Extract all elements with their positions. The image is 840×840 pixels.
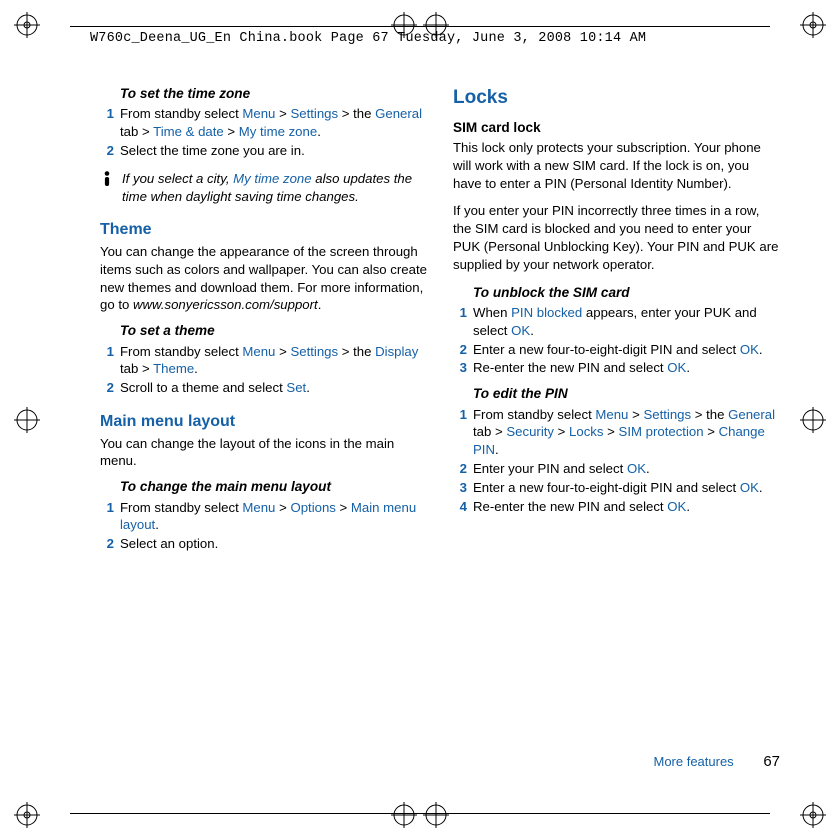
step-text: Select the time zone you are in. [120,142,427,160]
heading-unblock-sim: To unblock the SIM card [473,284,780,302]
step-text: From standby select Menu > Settings > th… [120,343,427,379]
list-item: 2 Enter your PIN and select OK. [453,460,780,478]
info-icon [100,171,114,187]
list-item: 2 Scroll to a theme and select Set. [100,379,427,397]
register-mark-mr [800,407,826,433]
step-text: Select an option. [120,535,427,553]
register-mark-br [800,802,826,828]
heading-edit-pin: To edit the PIN [473,385,780,403]
footer: More features 67 [653,752,780,772]
steps-set-time-zone: 1 From standby select Menu > Settings > … [100,105,427,159]
locks-p1: This lock only protects your subscriptio… [453,139,780,192]
list-item: 1 When PIN blocked appears, enter your P… [453,304,780,340]
step-text: Re-enter the new PIN and select OK. [473,359,780,377]
list-item: 1 From standby select Menu > Settings > … [100,105,427,141]
step-number: 3 [453,479,467,497]
mainmenu-body: You can change the layout of the icons i… [100,435,427,471]
step-number: 1 [100,343,114,379]
step-number: 4 [453,498,467,516]
step-text: From standby select Menu > Settings > th… [473,406,780,459]
theme-body: You can change the appearance of the scr… [100,243,427,314]
step-text: Enter a new four-to-eight-digit PIN and … [473,479,780,497]
step-number: 1 [453,406,467,459]
bottom-rule [70,813,770,814]
footer-page-number: 67 [763,753,780,770]
step-number: 1 [453,304,467,340]
step-text: Re-enter the new PIN and select OK. [473,498,780,516]
list-item: 1 From standby select Menu > Settings > … [100,343,427,379]
step-number: 2 [100,142,114,160]
step-number: 1 [100,499,114,535]
header-filepath: W760c_Deena_UG_En China.book Page 67 Tue… [90,30,646,48]
step-text: Enter a new four-to-eight-digit PIN and … [473,341,780,359]
list-item: 1 From standby select Menu > Settings > … [453,406,780,459]
register-mark-tr [800,12,826,38]
register-mark-ml [14,407,40,433]
left-column: To set the time zone 1 From standby sele… [100,85,427,770]
step-number: 2 [453,460,467,478]
right-column: Locks SIM card lock This lock only prote… [453,85,780,770]
locks-p2: If you enter your PIN incorrectly three … [453,202,780,273]
heading-set-theme: To set a theme [120,322,427,340]
step-text: Enter your PIN and select OK. [473,460,780,478]
register-mark-mb [391,802,449,828]
register-mark-bl [14,802,40,828]
heading-theme: Theme [100,219,427,241]
list-item: 3 Re-enter the new PIN and select OK. [453,359,780,377]
step-number: 2 [453,341,467,359]
steps-change-layout: 1 From standby select Menu > Options > M… [100,499,427,553]
list-item: 2 Select the time zone you are in. [100,142,427,160]
list-item: 3 Enter a new four-to-eight-digit PIN an… [453,479,780,497]
step-number: 2 [100,379,114,397]
note-text: If you select a city, My time zone also … [122,170,427,206]
heading-set-time-zone: To set the time zone [120,85,427,103]
heading-main-menu-layout: Main menu layout [100,411,427,433]
steps-unblock-sim: 1 When PIN blocked appears, enter your P… [453,304,780,377]
step-text: When PIN blocked appears, enter your PUK… [473,304,780,340]
footer-section-name: More features [653,754,733,769]
step-number: 1 [100,105,114,141]
steps-set-theme: 1 From standby select Menu > Settings > … [100,343,427,397]
step-text: From standby select Menu > Settings > th… [120,105,427,141]
step-number: 2 [100,535,114,553]
heading-change-layout: To change the main menu layout [120,478,427,496]
list-item: 4 Re-enter the new PIN and select OK. [453,498,780,516]
list-item: 2 Enter a new four-to-eight-digit PIN an… [453,341,780,359]
top-rule [70,26,770,27]
list-item: 2 Select an option. [100,535,427,553]
heading-locks: Locks [453,85,780,111]
step-number: 3 [453,359,467,377]
steps-edit-pin: 1 From standby select Menu > Settings > … [453,406,780,516]
register-mark-tl [14,12,40,38]
note-daylight-saving: If you select a city, My time zone also … [100,170,427,206]
step-text: Scroll to a theme and select Set. [120,379,427,397]
list-item: 1 From standby select Menu > Options > M… [100,499,427,535]
page-content: To set the time zone 1 From standby sele… [100,85,780,770]
step-text: From standby select Menu > Options > Mai… [120,499,427,535]
heading-sim-card-lock: SIM card lock [453,119,780,137]
